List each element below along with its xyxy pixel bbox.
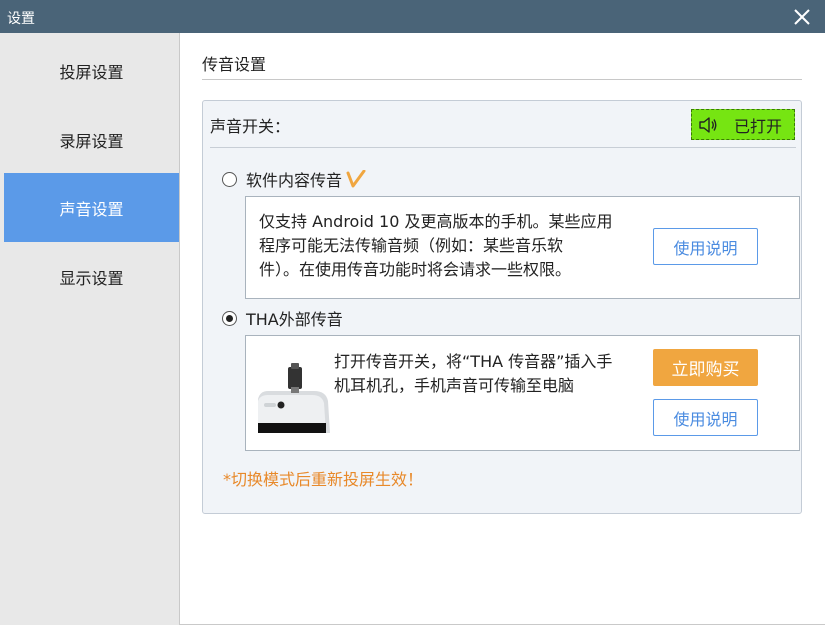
tha-audio-box: 打开传音开关，将“THA 传音器”插入手 机耳机孔，手机声音可传输至电脑 立即购…	[245, 335, 800, 451]
mode-switch-note: *切换模式后重新投屏生效！	[223, 470, 424, 489]
tha-help-button[interactable]: 使用说明	[653, 399, 758, 436]
radio-button-tha[interactable]	[222, 310, 237, 326]
window-title: 设置	[7, 11, 35, 27]
sound-toggle-label: 已打开	[734, 116, 783, 136]
title-divider	[202, 79, 802, 80]
software-audio-box: 仅支持 Android 10 及更高版本的手机。某些应用 程序可能无法传输音频（…	[245, 196, 800, 299]
sidebar-item-recording[interactable]: 录屏设置	[4, 105, 179, 174]
title-bar: 设置	[0, 0, 825, 33]
software-audio-description: 仅支持 Android 10 及更高版本的手机。某些应用 程序可能无法传输音频（…	[259, 210, 649, 282]
sidebar-item-sound[interactable]: 声音设置	[4, 173, 179, 242]
speaker-icon	[699, 116, 717, 133]
sidebar: 投屏设置 录屏设置 声音设置 显示设置	[0, 33, 180, 625]
radio-tha-audio[interactable]: THA外部传音	[222, 306, 343, 330]
description-line: 件）。在使用传音功能时将会请求一些权限。	[259, 260, 572, 279]
description-line: 仅支持 Android 10 及更高版本的手机。某些应用	[259, 212, 613, 231]
description-line: 机耳机孔，手机声音可传输至电脑	[334, 376, 575, 395]
radio-software-audio[interactable]: 软件内容传音	[222, 167, 366, 191]
tha-device-image	[258, 361, 332, 433]
radio-button-software[interactable]	[222, 171, 237, 187]
sidebar-item-projection[interactable]: 投屏设置	[4, 36, 179, 105]
description-line: 打开传音开关，将“THA 传音器”插入手	[334, 352, 613, 371]
sidebar-item-label: 声音设置	[59, 199, 124, 219]
software-help-button[interactable]: 使用说明	[653, 228, 758, 265]
panel-divider	[210, 147, 796, 148]
sidebar-item-display[interactable]: 显示设置	[4, 242, 179, 311]
buy-now-button[interactable]: 立即购买	[653, 349, 758, 386]
close-icon[interactable]	[791, 6, 813, 28]
tha-audio-description: 打开传音开关，将“THA 传音器”插入手 机耳机孔，手机声音可传输至电脑	[334, 350, 644, 398]
sound-switch-label: 声音开关：	[210, 117, 291, 136]
sound-settings-panel: 声音开关： 已打开 软件内容传音 仅支持 Android 10 及更高版本的手机…	[202, 100, 802, 514]
radio-label-software: 软件内容传音	[246, 171, 343, 190]
page-title: 传音设置	[202, 55, 267, 74]
v-badge-icon	[346, 170, 366, 188]
sidebar-item-label: 录屏设置	[59, 131, 124, 151]
description-line: 程序可能无法传输音频（例如：某些音乐软	[259, 236, 564, 255]
radio-label-tha: THA外部传音	[246, 310, 343, 329]
sound-toggle-button[interactable]: 已打开	[691, 109, 795, 140]
main-content: 传音设置 声音开关： 已打开 软件内容传音 仅支持 Android 10 及更高…	[180, 33, 825, 625]
sidebar-item-label: 显示设置	[59, 268, 124, 288]
sidebar-item-label: 投屏设置	[59, 62, 124, 82]
